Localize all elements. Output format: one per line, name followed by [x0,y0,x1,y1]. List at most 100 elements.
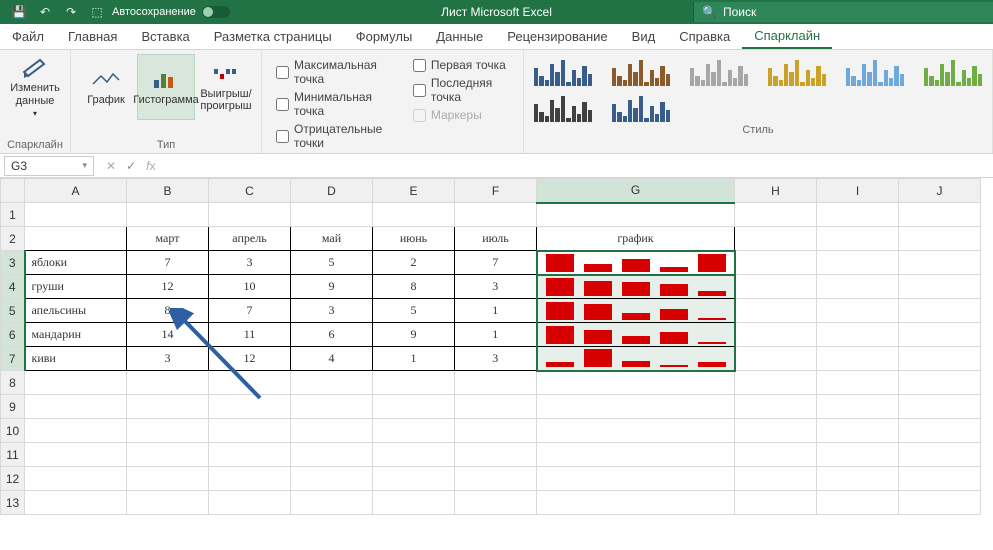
chk-max[interactable]: Максимальная точка [276,58,395,86]
cell-D9[interactable] [291,395,373,419]
cell-D2[interactable]: май [291,227,373,251]
cell-G8[interactable] [537,371,735,395]
type-line-button[interactable]: График [77,54,135,120]
cell-C13[interactable] [209,491,291,515]
cell-F3[interactable]: 7 [455,251,537,275]
cell-J6[interactable] [899,323,981,347]
cell-H4[interactable] [735,275,817,299]
tab-вставка[interactable]: Вставка [129,24,201,49]
cell-E2[interactable]: июнь [373,227,455,251]
cell-C8[interactable] [209,371,291,395]
touch-icon[interactable]: ⬚ [90,5,104,19]
cell-C1[interactable] [209,203,291,227]
cell-B6[interactable]: 14 [127,323,209,347]
cell-F5[interactable]: 1 [455,299,537,323]
cell-G4[interactable] [537,275,735,299]
cell-D1[interactable] [291,203,373,227]
cell-F13[interactable] [455,491,537,515]
cell-E13[interactable] [373,491,455,515]
cell-E12[interactable] [373,467,455,491]
cell-F8[interactable] [455,371,537,395]
col-header-H[interactable]: H [735,179,817,203]
cell-E6[interactable]: 9 [373,323,455,347]
cell-C9[interactable] [209,395,291,419]
cell-I12[interactable] [817,467,899,491]
cell-F1[interactable] [455,203,537,227]
cell-G1[interactable] [537,203,735,227]
cell-J4[interactable] [899,275,981,299]
redo-icon[interactable]: ↷ [64,5,78,19]
row-header-2[interactable]: 2 [1,227,25,251]
row-header-8[interactable]: 8 [1,371,25,395]
cell-C6[interactable]: 11 [209,323,291,347]
cell-A1[interactable] [25,203,127,227]
cell-H11[interactable] [735,443,817,467]
cell-D3[interactable]: 5 [291,251,373,275]
cell-G12[interactable] [537,467,735,491]
row-header-12[interactable]: 12 [1,467,25,491]
cell-H5[interactable] [735,299,817,323]
col-header-G[interactable]: G [537,179,735,203]
cell-C10[interactable] [209,419,291,443]
row-header-5[interactable]: 5 [1,299,25,323]
tab-главная[interactable]: Главная [56,24,129,49]
cell-F2[interactable]: июль [455,227,537,251]
cell-H9[interactable] [735,395,817,419]
cell-I4[interactable] [817,275,899,299]
tab-вид[interactable]: Вид [620,24,668,49]
cell-A3[interactable]: яблоки [25,251,127,275]
cell-D7[interactable]: 4 [291,347,373,371]
cell-E4[interactable]: 8 [373,275,455,299]
style-item[interactable] [534,92,592,122]
search-box[interactable]: 🔍 Поиск [693,2,993,22]
cell-B5[interactable]: 8 [127,299,209,323]
cell-E7[interactable]: 1 [373,347,455,371]
cell-A6[interactable]: мандарин [25,323,127,347]
cell-B12[interactable] [127,467,209,491]
cell-I11[interactable] [817,443,899,467]
row-header-4[interactable]: 4 [1,275,25,299]
cell-A10[interactable] [25,419,127,443]
cell-G10[interactable] [537,419,735,443]
row-header-13[interactable]: 13 [1,491,25,515]
cell-H13[interactable] [735,491,817,515]
cell-G13[interactable] [537,491,735,515]
cell-E8[interactable] [373,371,455,395]
cell-J1[interactable] [899,203,981,227]
autosave-toggle[interactable]: Автосохранение [112,6,230,18]
cell-D4[interactable]: 9 [291,275,373,299]
row-header-7[interactable]: 7 [1,347,25,371]
cell-C3[interactable]: 3 [209,251,291,275]
cell-A11[interactable] [25,443,127,467]
cell-J9[interactable] [899,395,981,419]
style-item[interactable] [690,56,748,86]
save-icon[interactable]: 💾 [12,5,26,19]
cell-J8[interactable] [899,371,981,395]
style-item[interactable] [534,56,592,86]
cell-J5[interactable] [899,299,981,323]
row-header-1[interactable]: 1 [1,203,25,227]
tab-формулы[interactable]: Формулы [344,24,425,49]
cell-B1[interactable] [127,203,209,227]
cell-G2[interactable]: график [537,227,735,251]
undo-icon[interactable]: ↶ [38,5,52,19]
row-header-6[interactable]: 6 [1,323,25,347]
cell-E10[interactable] [373,419,455,443]
chevron-down-icon[interactable]: ▾ [82,160,87,171]
cell-C2[interactable]: апрель [209,227,291,251]
cell-J12[interactable] [899,467,981,491]
style-item[interactable] [612,92,670,122]
cell-E1[interactable] [373,203,455,227]
cell-I7[interactable] [817,347,899,371]
cell-F10[interactable] [455,419,537,443]
cell-A5[interactable]: апельсины [25,299,127,323]
cell-C11[interactable] [209,443,291,467]
cell-D13[interactable] [291,491,373,515]
cell-C12[interactable] [209,467,291,491]
cell-I3[interactable] [817,251,899,275]
name-box[interactable]: G3 ▾ [4,156,94,176]
cell-I10[interactable] [817,419,899,443]
cell-G7[interactable] [537,347,735,371]
cell-G11[interactable] [537,443,735,467]
col-header-D[interactable]: D [291,179,373,203]
